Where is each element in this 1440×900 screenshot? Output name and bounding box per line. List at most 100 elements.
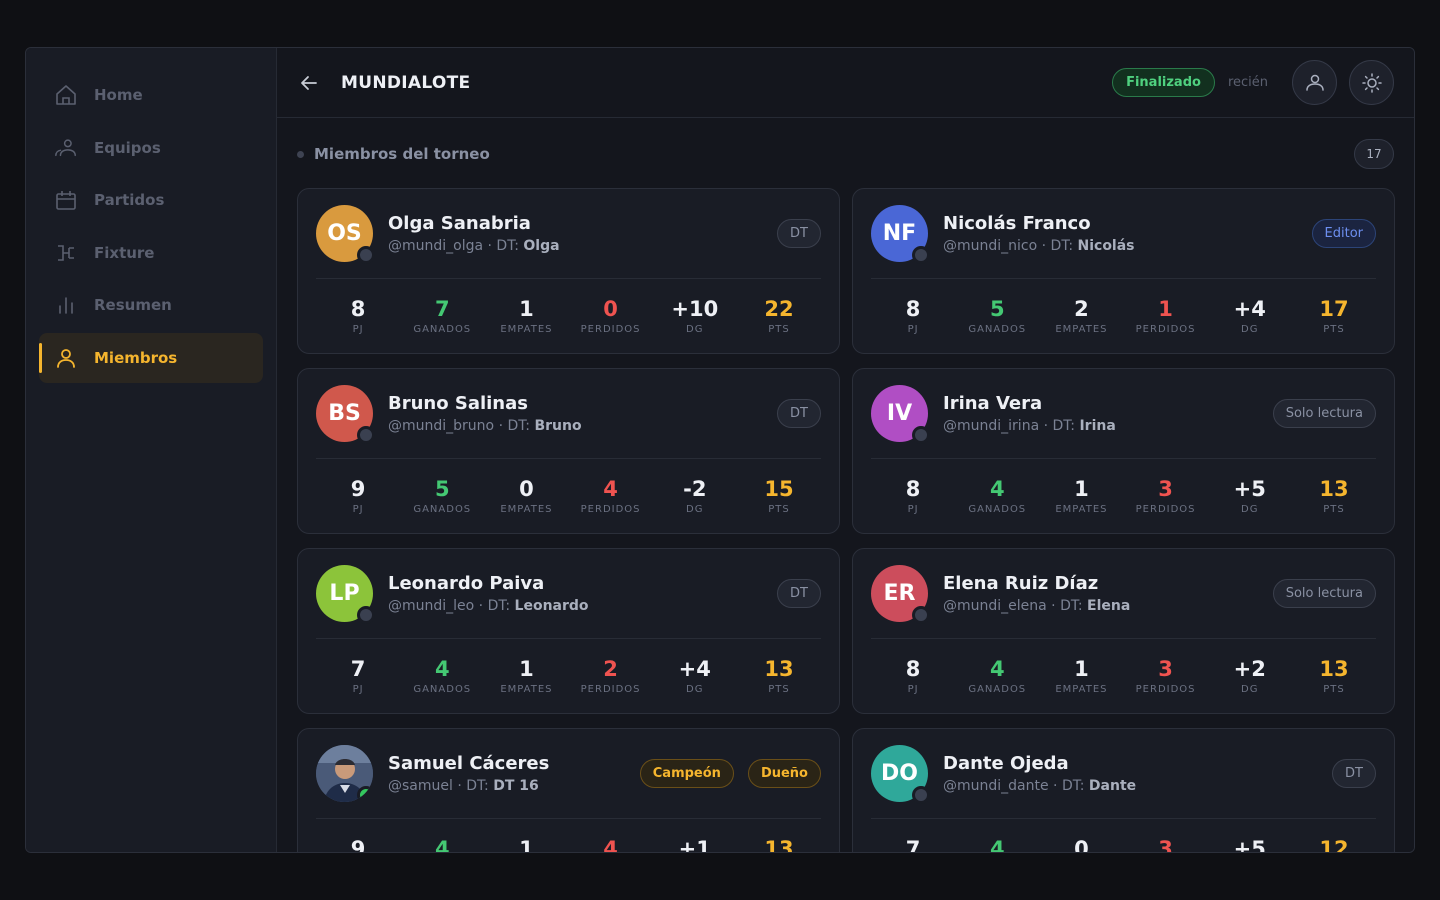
stat-value: 3 xyxy=(1158,657,1173,681)
member-handle: @mundi_leo · DT: Leonardo xyxy=(388,598,763,614)
sidebar-item-label: Fixture xyxy=(94,243,155,262)
users-icon xyxy=(54,136,78,160)
member-card-header: BS Bruno Salinas @mundi_bruno · DT: Bruno D… xyxy=(316,369,821,459)
member-name: Nicolás Franco xyxy=(943,213,1091,234)
stat-value: 0 xyxy=(1074,837,1089,852)
avatar-initials: DO xyxy=(881,761,918,786)
member-card[interactable]: Samuel Cáceres @samuel · DT: DT 16 Campeón… xyxy=(297,728,840,852)
avatar-initials: BS xyxy=(328,401,361,426)
stat-pts: 12PTS xyxy=(1292,837,1376,852)
section-title: Miembros del torneo xyxy=(314,145,490,163)
member-stats: 7PJ4GANADOS0EMPATES3PERDIDOS+5DG12PTS xyxy=(871,819,1376,852)
member-card[interactable]: IV Irina Vera @mundi_irina · DT: Irina Solo… xyxy=(852,368,1395,534)
stat-value: 12 xyxy=(1319,837,1349,852)
member-stats: 8 PJ 4 GANADOS 1 EMPATES 3 PERDIDOS +5 DG 13 PTS xyxy=(871,459,1376,533)
stat-value: 8 xyxy=(905,657,921,681)
member-identity: Irina Vera @mundi_irina · DT: Irina xyxy=(943,393,1259,434)
stat-value: +4 xyxy=(1233,297,1266,321)
sidebar-item-label: Equipos xyxy=(94,138,161,157)
handle-text: @mundi_bruno · DT: xyxy=(388,418,535,434)
stat-pts: 17 PTS xyxy=(1292,297,1376,335)
stat-dg: +2 DG xyxy=(1208,657,1292,695)
main-content: MUNDIALOTE Finalizado recién Miembros de… xyxy=(277,48,1414,852)
member-card[interactable]: ER Elena Ruiz Díaz @mundi_elena · DT: Elen… xyxy=(852,548,1395,714)
member-handle: @mundi_bruno · DT: Bruno xyxy=(388,418,763,434)
sidebar-item-resumen[interactable]: Resumen xyxy=(39,280,263,330)
stat-label: PTS xyxy=(1323,684,1345,695)
stat-label: PJ xyxy=(907,324,919,335)
back-arrow-icon[interactable] xyxy=(297,71,321,95)
bracket-icon xyxy=(54,241,78,265)
stat-value: 4 xyxy=(603,837,618,852)
stat-value: 0 xyxy=(519,477,534,501)
avatar-initials: LP xyxy=(329,581,360,606)
stat-value: 7 xyxy=(350,657,366,681)
member-card[interactable]: LP Leonardo Paiva @mundi_leo · DT: Leonard… xyxy=(297,548,840,714)
stat-label: PJ xyxy=(352,684,364,695)
app-window: Home Equipos Partidos Fixture Resumen Miembro… xyxy=(25,47,1415,853)
member-stats: 8 PJ 4 GANADOS 1 EMPATES 3 PERDIDOS +2 DG 13 PTS xyxy=(871,639,1376,713)
handle-text: @mundi_leo · DT: xyxy=(388,598,515,614)
member-name: Samuel Cáceres xyxy=(388,753,550,774)
member-card[interactable]: DO Dante Ojeda @mundi_dante · DT: Dante DT 7… xyxy=(852,728,1395,852)
member-card-header: IV Irina Vera @mundi_irina · DT: Irina Solo… xyxy=(871,369,1376,459)
presence-indicator xyxy=(912,426,930,444)
stat-pj: 9PJ xyxy=(316,837,400,852)
stat-label: PTS xyxy=(768,504,790,515)
stat-label: PTS xyxy=(1323,324,1345,335)
stat-g: 7 GANADOS xyxy=(400,297,484,335)
stat-pj: 8 PJ xyxy=(871,297,955,335)
handle-text: @mundi_olga · DT: xyxy=(388,238,524,254)
sidebar-item-equipos[interactable]: Equipos xyxy=(39,123,263,173)
calendar-icon xyxy=(54,188,78,212)
sidebar-item-miembros[interactable]: Miembros xyxy=(39,332,263,383)
stat-value: 13 xyxy=(764,657,794,681)
sidebar-item-home[interactable]: Home xyxy=(39,70,263,120)
stat-pts: 15 PTS xyxy=(737,477,821,515)
avatar: OS xyxy=(316,205,375,264)
sidebar-item-fixture[interactable]: Fixture xyxy=(39,228,263,278)
handle-text: @mundi_dante · DT: xyxy=(943,778,1089,794)
stat-label: GANADOS xyxy=(413,684,472,695)
stat-e: 0EMPATES xyxy=(484,477,568,515)
stat-label: PJ xyxy=(907,684,919,695)
avatar: BS xyxy=(316,385,375,444)
role-badge: DT xyxy=(777,219,821,248)
stat-p: 0 PERDIDOS xyxy=(569,297,653,335)
stat-value: 13 xyxy=(1319,657,1349,681)
stat-dg: -2 DG xyxy=(653,477,737,515)
stat-pts: 13 PTS xyxy=(1292,657,1376,695)
stat-value: 1 xyxy=(1074,657,1089,681)
role-badge: Dueño xyxy=(747,759,821,788)
stat-label: PJ xyxy=(352,324,364,335)
stat-g: 4GANADOS xyxy=(400,837,484,852)
stat-pj: 8 PJ xyxy=(316,297,400,335)
member-handle: @mundi_elena · DT: Elena xyxy=(943,598,1259,614)
stat-g: 4GANADOS xyxy=(955,477,1039,515)
stat-value: 22 xyxy=(764,297,794,321)
member-handle: @mundi_olga · DT: Olga xyxy=(388,238,763,254)
stat-pj: 8 PJ xyxy=(871,477,955,515)
theme-toggle-button[interactable] xyxy=(1349,60,1394,105)
member-card[interactable]: NF Nicolás Franco @mundi_nico · DT: Nicolá… xyxy=(852,188,1395,354)
stat-value: 8 xyxy=(350,297,366,321)
stat-label: EMPATES xyxy=(500,684,553,695)
member-card[interactable]: OS Olga Sanabria @mundi_olga · DT: Olga DT 8… xyxy=(297,188,840,354)
stat-label: PTS xyxy=(768,684,790,695)
sidebar-item-partidos[interactable]: Partidos xyxy=(39,175,263,225)
users-button[interactable] xyxy=(1292,60,1337,105)
member-card[interactable]: BS Bruno Salinas @mundi_bruno · DT: Bruno D… xyxy=(297,368,840,534)
member-identity: Elena Ruiz Díaz @mundi_elena · DT: Elena xyxy=(943,573,1259,614)
stat-value: +5 xyxy=(1233,477,1266,501)
role-badge: Campeón xyxy=(639,759,734,788)
stat-value: 1 xyxy=(1074,477,1089,501)
role-badge: Solo lectura xyxy=(1272,399,1376,428)
stat-e: 1 EMPATES xyxy=(1039,657,1123,695)
home-icon xyxy=(54,83,78,107)
sidebar-item-label: Home xyxy=(94,86,143,104)
stat-e: 0EMPATES xyxy=(1039,837,1123,852)
stat-label: EMPATES xyxy=(500,324,553,335)
avatar: ER xyxy=(871,565,930,624)
sidebar-item-label: Resumen xyxy=(94,296,172,314)
dt-name: Elena xyxy=(1087,598,1131,614)
